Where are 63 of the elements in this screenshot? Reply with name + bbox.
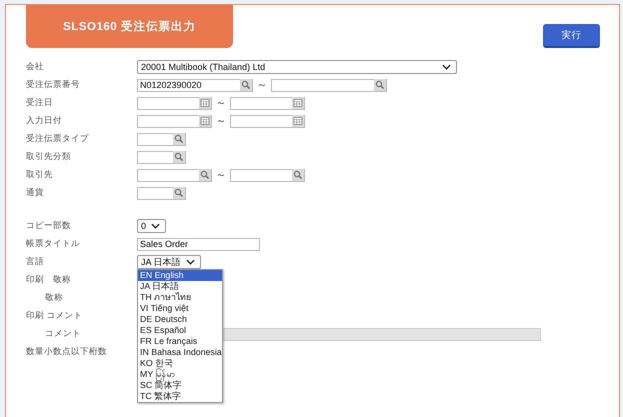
field-label: 取引先分類 — [26, 151, 72, 163]
field-label: 受注伝票タイプ — [26, 133, 90, 145]
dropdown-option[interactable]: KO 한국 — [138, 358, 222, 369]
field-label: コピー部数 — [26, 220, 72, 232]
range-separator: ～ — [215, 115, 227, 128]
select-field[interactable]: 20001 Multibook (Thailand) Ltd — [137, 60, 457, 74]
chevron-down-icon — [151, 223, 160, 229]
field-label: 受注日 — [26, 97, 54, 109]
select-field[interactable]: 0 — [137, 219, 166, 233]
input-field[interactable] — [137, 186, 186, 200]
field-label: 印刷 敬称 — [26, 274, 72, 286]
input-field[interactable] — [137, 96, 212, 110]
run-button[interactable]: 実行 — [543, 24, 600, 48]
calendar-icon[interactable] — [199, 97, 211, 109]
dropdown-option[interactable]: MY မြန်မာ — [138, 369, 222, 380]
select-field[interactable]: JA 日本語 — [137, 255, 201, 269]
dropdown-option[interactable]: FR Le français — [138, 336, 222, 347]
field-label: コメント — [44, 328, 82, 340]
dropdown-option[interactable]: ES Español — [138, 325, 222, 336]
search-icon[interactable] — [173, 151, 185, 163]
input-field[interactable] — [137, 168, 212, 182]
range-separator: ～ — [215, 169, 227, 182]
search-icon[interactable] — [173, 187, 185, 199]
dropdown-option[interactable]: TC 繁体字 — [138, 391, 222, 402]
search-icon[interactable] — [199, 169, 211, 181]
field-label: 帳票タイトル — [26, 238, 81, 250]
calendar-icon[interactable] — [199, 115, 211, 127]
input-field[interactable] — [137, 114, 212, 128]
search-icon[interactable] — [240, 79, 252, 91]
dropdown-option[interactable]: EN English — [138, 270, 222, 281]
search-icon[interactable] — [292, 169, 304, 181]
input-field[interactable] — [137, 132, 186, 146]
calendar-icon[interactable] — [292, 97, 304, 109]
dropdown-option[interactable]: IN Bahasa Indonesia — [138, 347, 222, 358]
field-label: 印刷 コメント — [26, 310, 84, 322]
chevron-down-icon — [186, 259, 195, 265]
input-field[interactable] — [230, 168, 305, 182]
field-label: 入力日付 — [26, 115, 63, 127]
input-field[interactable] — [230, 114, 305, 128]
dropdown-option[interactable]: SC 简体字 — [138, 380, 222, 391]
field-label: 敬称 — [44, 292, 64, 304]
field-label: 数量小数点以下桁数 — [26, 346, 108, 358]
page-title: SLSO160 受注伝票出力 — [26, 5, 233, 48]
range-separator: ～ — [256, 79, 268, 92]
field-label: 言語 — [26, 256, 45, 268]
field-label: 通貨 — [26, 187, 45, 199]
dropdown-option[interactable]: JA 日本語 — [138, 281, 222, 292]
input-field[interactable]: Sales Order — [137, 238, 260, 250]
search-icon[interactable] — [374, 79, 386, 91]
range-separator: ～ — [215, 97, 227, 110]
input-field[interactable] — [271, 78, 387, 92]
field-label: 取引先 — [26, 169, 54, 181]
calendar-icon[interactable] — [292, 115, 304, 127]
search-icon[interactable] — [173, 133, 185, 145]
field-label: 会社 — [26, 61, 45, 73]
dropdown-option[interactable]: TH ภาษาไทย — [138, 292, 222, 303]
field-label: 受注伝票番号 — [26, 79, 81, 91]
dropdown-option[interactable]: DE Deutsch — [138, 314, 222, 325]
chevron-down-icon — [442, 64, 451, 70]
input-field[interactable] — [137, 150, 186, 164]
input-field[interactable] — [230, 96, 305, 110]
dropdown-option[interactable]: VI Tiếng việt — [138, 303, 222, 314]
input-field[interactable]: N01202390020 — [137, 78, 253, 92]
